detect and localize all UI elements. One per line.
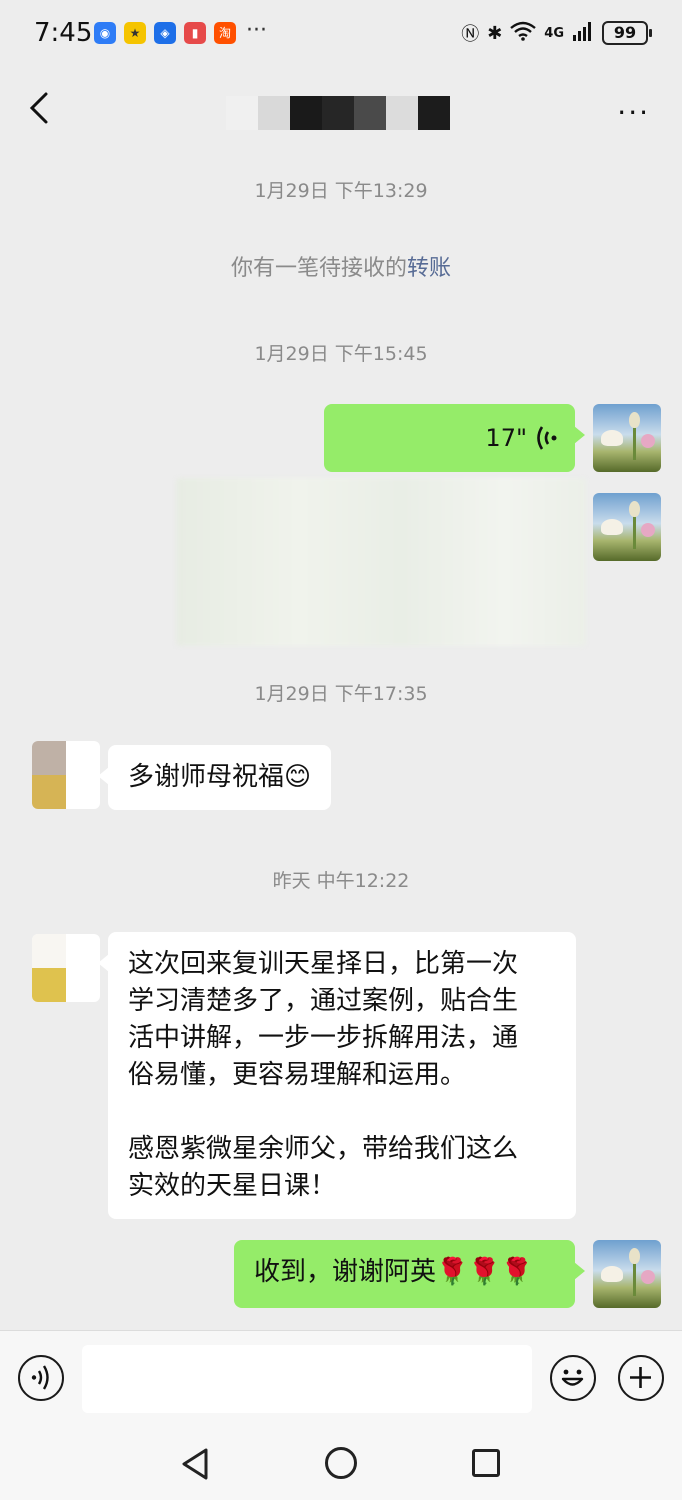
sent-message[interactable]: 收到，谢谢阿英🌹🌹🌹 — [234, 1240, 585, 1308]
emoji-icon — [561, 1369, 584, 1386]
app-notification-icon: ◉ — [94, 22, 116, 44]
voice-duration: 17" — [485, 423, 527, 452]
chat-header: ··· — [0, 68, 682, 148]
voice-input-icon — [31, 1365, 49, 1390]
timestamp: 昨天 中午12:22 — [272, 870, 410, 892]
my-avatar[interactable] — [593, 1240, 661, 1308]
nav-recents-icon[interactable] — [472, 1449, 500, 1477]
chevron-left-icon — [29, 92, 48, 124]
timestamp: 1月29日 下午17:35 — [254, 683, 428, 705]
nav-back-icon[interactable] — [180, 1446, 212, 1482]
signal-icon — [572, 21, 594, 46]
status-time: 7:45 — [34, 18, 93, 48]
status-bar: 7:45 ◉ ★ ◈ ▮ 淘 ··· Ⓝ ✱ 4G 99 — [0, 0, 682, 68]
timestamp: 1月29日 下午13:29 — [254, 180, 428, 202]
back-button[interactable] — [26, 90, 56, 126]
voice-wave-icon — [537, 426, 557, 450]
system-message-text: 你有一笔待接收的 — [230, 256, 407, 281]
plus-button[interactable] — [618, 1355, 664, 1401]
received-message[interactable]: 这次回来复训天星择日，比第一次 学习清楚多了，通过案例，贴合生 活中讲解，一步一… — [98, 932, 576, 1219]
nfc-icon: Ⓝ — [461, 24, 480, 45]
bluetooth-icon: ✱ — [487, 22, 503, 44]
battery-icon: 99 — [602, 21, 652, 45]
app-notification-icon: ◈ — [154, 22, 176, 44]
my-avatar[interactable] — [593, 404, 661, 472]
status-icons: Ⓝ ✱ 4G 99 — [461, 20, 652, 46]
chat-title-redacted — [226, 96, 450, 130]
received-message[interactable]: 多谢师母祝福😊 — [97, 745, 332, 810]
contact-avatar[interactable] — [32, 934, 100, 1002]
transfer-link[interactable]: 转账 — [407, 256, 451, 281]
contact-avatar[interactable] — [32, 741, 100, 809]
message-input[interactable] — [82, 1345, 532, 1413]
voice-message-bubble[interactable]: 17" — [324, 404, 585, 472]
system-message: 你有一笔待接收的转账 — [0, 250, 682, 282]
image-message-blurred[interactable] — [176, 478, 586, 646]
input-bar — [0, 1330, 682, 1430]
voice-input-button[interactable] — [18, 1355, 64, 1401]
app-notification-icon: ▮ — [184, 22, 206, 44]
voice-message: 17" — [324, 404, 575, 472]
my-avatar[interactable] — [593, 493, 661, 561]
more-options-button[interactable]: ··· — [617, 96, 650, 129]
network-type: 4G — [544, 25, 564, 41]
taobao-icon: 淘 — [214, 22, 236, 44]
timestamp: 1月29日 下午15:45 — [254, 343, 428, 365]
nav-home-icon[interactable] — [325, 1447, 357, 1479]
system-navigation-bar — [0, 1430, 682, 1500]
plus-icon — [630, 1367, 651, 1388]
more-notifications-icon: ··· — [246, 18, 267, 43]
app-notification-icon: ★ — [124, 22, 146, 44]
wifi-icon — [510, 21, 537, 46]
emoji-button[interactable] — [550, 1355, 596, 1401]
